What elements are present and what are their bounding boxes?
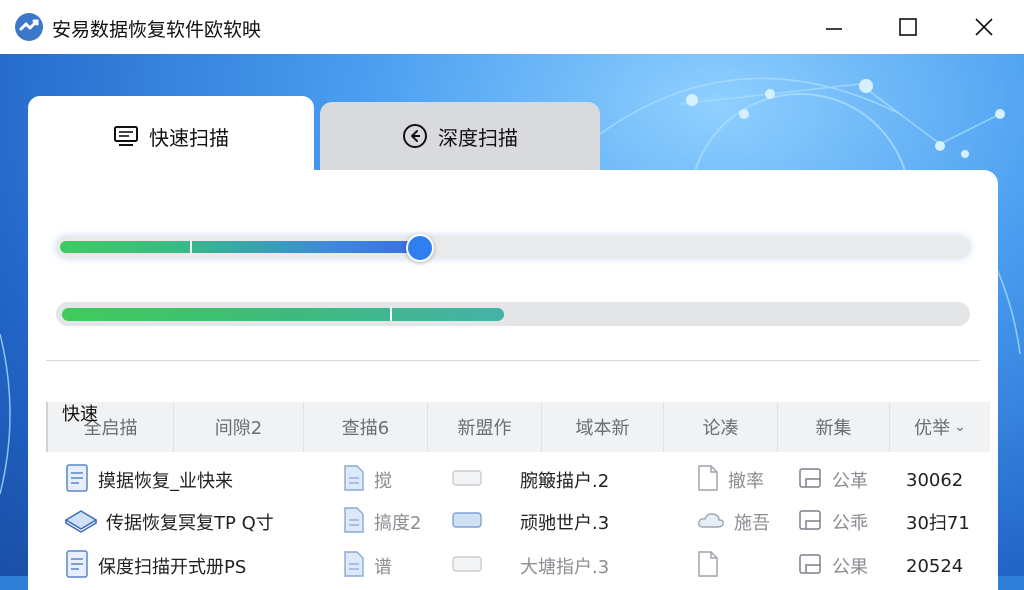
monitor-icon <box>114 126 138 146</box>
maximize-icon <box>899 18 917 36</box>
column-header[interactable]: 论凑 <box>664 402 778 452</box>
minimize-icon <box>826 28 842 30</box>
page-icon <box>696 464 720 497</box>
file-name: 传据恢复冥复TP Q寸 <box>106 513 274 534</box>
preview-cell <box>450 467 520 494</box>
group-text: 公果 <box>832 557 868 578</box>
cloud-icon <box>696 509 726 536</box>
file-name-cell: 传据恢复冥复TP Q寸 <box>46 507 342 538</box>
table-row[interactable]: 摸据恢复_业快来 搅 腕簸描户.2 撤率 公革 30062 <box>46 458 988 502</box>
file-name-cell: 摸据恢复_业快来 <box>46 463 342 498</box>
tab-deep-scan-label: 深度扫描 <box>438 125 518 150</box>
file-type: 搅 <box>374 471 392 492</box>
column-header-label: 优举 <box>914 418 951 439</box>
group-text: 公革 <box>832 471 868 492</box>
file-icon <box>342 506 366 539</box>
group-cell: 公果 <box>798 552 906 581</box>
file-type-cell: 搞度2 <box>342 506 450 539</box>
scan-slider-fill <box>60 241 418 253</box>
size-cell: 30扫71 <box>906 513 970 534</box>
close-icon <box>975 18 993 36</box>
group-text: 公乖 <box>832 513 868 534</box>
close-button[interactable] <box>948 0 1020 54</box>
tab-deep-scan[interactable]: 深度扫描 <box>320 102 600 170</box>
progress-tick <box>390 307 392 321</box>
small-box-icon <box>450 467 484 494</box>
status-text: 施吾 <box>734 513 770 534</box>
minimize-button[interactable] <box>798 0 870 54</box>
status-cell: 撤率 <box>696 464 798 497</box>
preview-cell <box>450 553 520 580</box>
folder-icon <box>798 508 824 537</box>
tab-quick-scan[interactable]: 快速扫描 <box>28 96 314 176</box>
file-type-cell: 谱 <box>342 550 450 583</box>
preview-cell <box>450 509 520 536</box>
title-bar: 安易数据恢复软件欧软映 <box>0 0 1024 55</box>
maximize-button[interactable] <box>872 0 944 54</box>
file-name-cell: 保度扫描开式册PS <box>46 549 342 584</box>
disk-icon <box>64 507 98 538</box>
file-icon <box>342 464 366 497</box>
window-title: 安易数据恢复软件欧软映 <box>52 19 262 41</box>
column-header[interactable]: 间隙2 <box>174 402 304 452</box>
section-label: 快速 <box>62 404 98 425</box>
column-header[interactable]: 新盟作 <box>428 402 542 452</box>
status-cell: 施吾 <box>696 509 798 536</box>
sort-chevron-icon: ⌄ <box>954 419 966 435</box>
file-name: 保度扫描开式册PS <box>98 557 247 578</box>
small-box-icon <box>450 553 484 580</box>
status-text: 撤率 <box>728 471 764 492</box>
scan-slider[interactable] <box>56 234 970 262</box>
document-icon <box>64 549 90 584</box>
group-cell: 公乖 <box>798 508 906 537</box>
slider-tick <box>190 240 192 254</box>
size-cell: 30062 <box>906 469 964 491</box>
size-cell: 20524 <box>906 555 964 577</box>
page-icon <box>696 550 720 583</box>
folder-icon <box>798 466 824 495</box>
file-type: 谱 <box>374 557 392 578</box>
status-cell <box>696 550 798 583</box>
file-name: 摸据恢复_业快来 <box>98 471 233 492</box>
column-header[interactable]: 域本新 <box>542 402 664 452</box>
scan-progress-fill <box>62 308 504 321</box>
table-row[interactable]: 保度扫描开式册PS 谱 大塘指户.3 公果 20524 <box>46 544 988 588</box>
app-logo-icon <box>15 13 43 41</box>
results-table-header: 全启描 间隙2 查描6 新盟作 域本新 论凑 新集 优举 ⌄ <box>46 402 990 452</box>
file-type-cell: 搅 <box>342 464 450 497</box>
small-box-blue-icon <box>450 509 484 536</box>
column-header-sortable[interactable]: 优举 ⌄ <box>890 402 990 452</box>
back-circle-icon <box>403 124 427 148</box>
scan-name-cell: 顽驰世户.3 <box>520 513 610 534</box>
tab-quick-scan-label: 快速扫描 <box>149 125 229 150</box>
scan-name-cell: 腕簸描户.2 <box>520 471 610 492</box>
folder-icon <box>798 552 824 581</box>
file-type: 搞度2 <box>374 513 422 534</box>
file-icon <box>342 550 366 583</box>
document-icon <box>64 463 90 498</box>
table-row[interactable]: 传据恢复冥复TP Q寸 搞度2 顽驰世户.3 施吾 公乖 30扫71 <box>46 500 988 544</box>
scan-slider-thumb[interactable] <box>406 234 434 262</box>
scan-name-cell: 大塘指户.3 <box>520 557 610 578</box>
scan-progress-bar <box>56 302 970 326</box>
column-header[interactable]: 新集 <box>778 402 890 452</box>
section-divider <box>46 360 980 361</box>
group-cell: 公革 <box>798 466 906 495</box>
column-header[interactable]: 查描6 <box>304 402 428 452</box>
